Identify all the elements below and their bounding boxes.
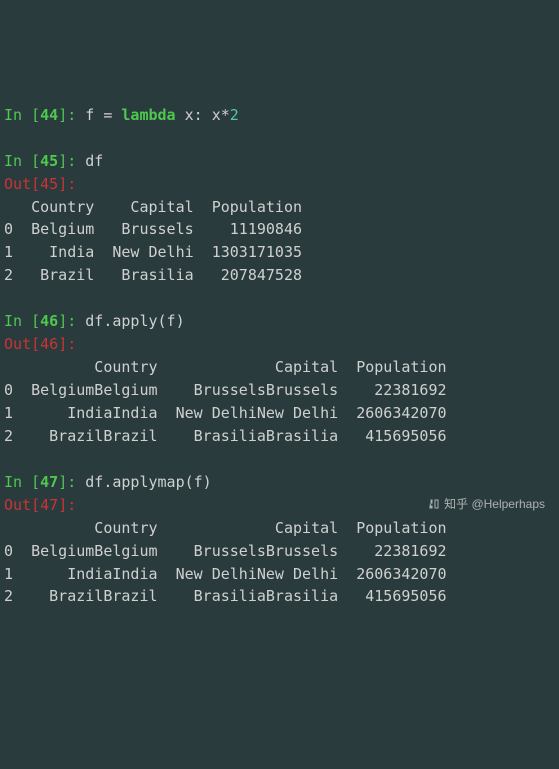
- table-row: 0 BelgiumBelgium BrusselsBrussels 223816…: [4, 381, 447, 399]
- table-header: Country Capital Population: [4, 198, 302, 216]
- out-prompt: Out[47]:: [4, 496, 85, 514]
- table-row: 1 IndiaIndia New DelhiNew Delhi 26063420…: [4, 565, 447, 583]
- table-header: Country Capital Population: [4, 358, 447, 376]
- table-row: 1 India New Delhi 1303171035: [4, 243, 302, 261]
- table-row: 0 BelgiumBelgium BrusselsBrussels 223816…: [4, 542, 447, 560]
- code-line: df: [85, 152, 103, 170]
- in-prompt: In [46]:: [4, 312, 85, 330]
- table-header: Country Capital Population: [4, 519, 447, 537]
- in-prompt: In [47]:: [4, 473, 85, 491]
- watermark: 知乎 @Helperhaps: [428, 495, 545, 513]
- table-row: 1 IndiaIndia New DelhiNew Delhi 26063420…: [4, 404, 447, 422]
- out-prompt: Out[45]:: [4, 175, 85, 193]
- in-prompt: In [44]:: [4, 106, 85, 124]
- table-row: 2 Brazil Brasilia 207847528: [4, 266, 302, 284]
- code-line: f = lambda x: x*2: [85, 106, 239, 124]
- table-row: 2 BrazilBrazil BrasiliaBrasilia 41569505…: [4, 587, 447, 605]
- table-row: 0 Belgium Brussels 11190846: [4, 220, 302, 238]
- terminal-output: In [44]: f = lambda x: x*2 In [45]: df O…: [4, 104, 555, 609]
- in-prompt: In [45]:: [4, 152, 85, 170]
- code-line: df.applymap(f): [85, 473, 211, 491]
- code-line: df.apply(f): [85, 312, 184, 330]
- out-prompt: Out[46]:: [4, 335, 85, 353]
- table-row: 2 BrazilBrazil BrasiliaBrasilia 41569505…: [4, 427, 447, 445]
- zhihu-icon: [428, 498, 440, 510]
